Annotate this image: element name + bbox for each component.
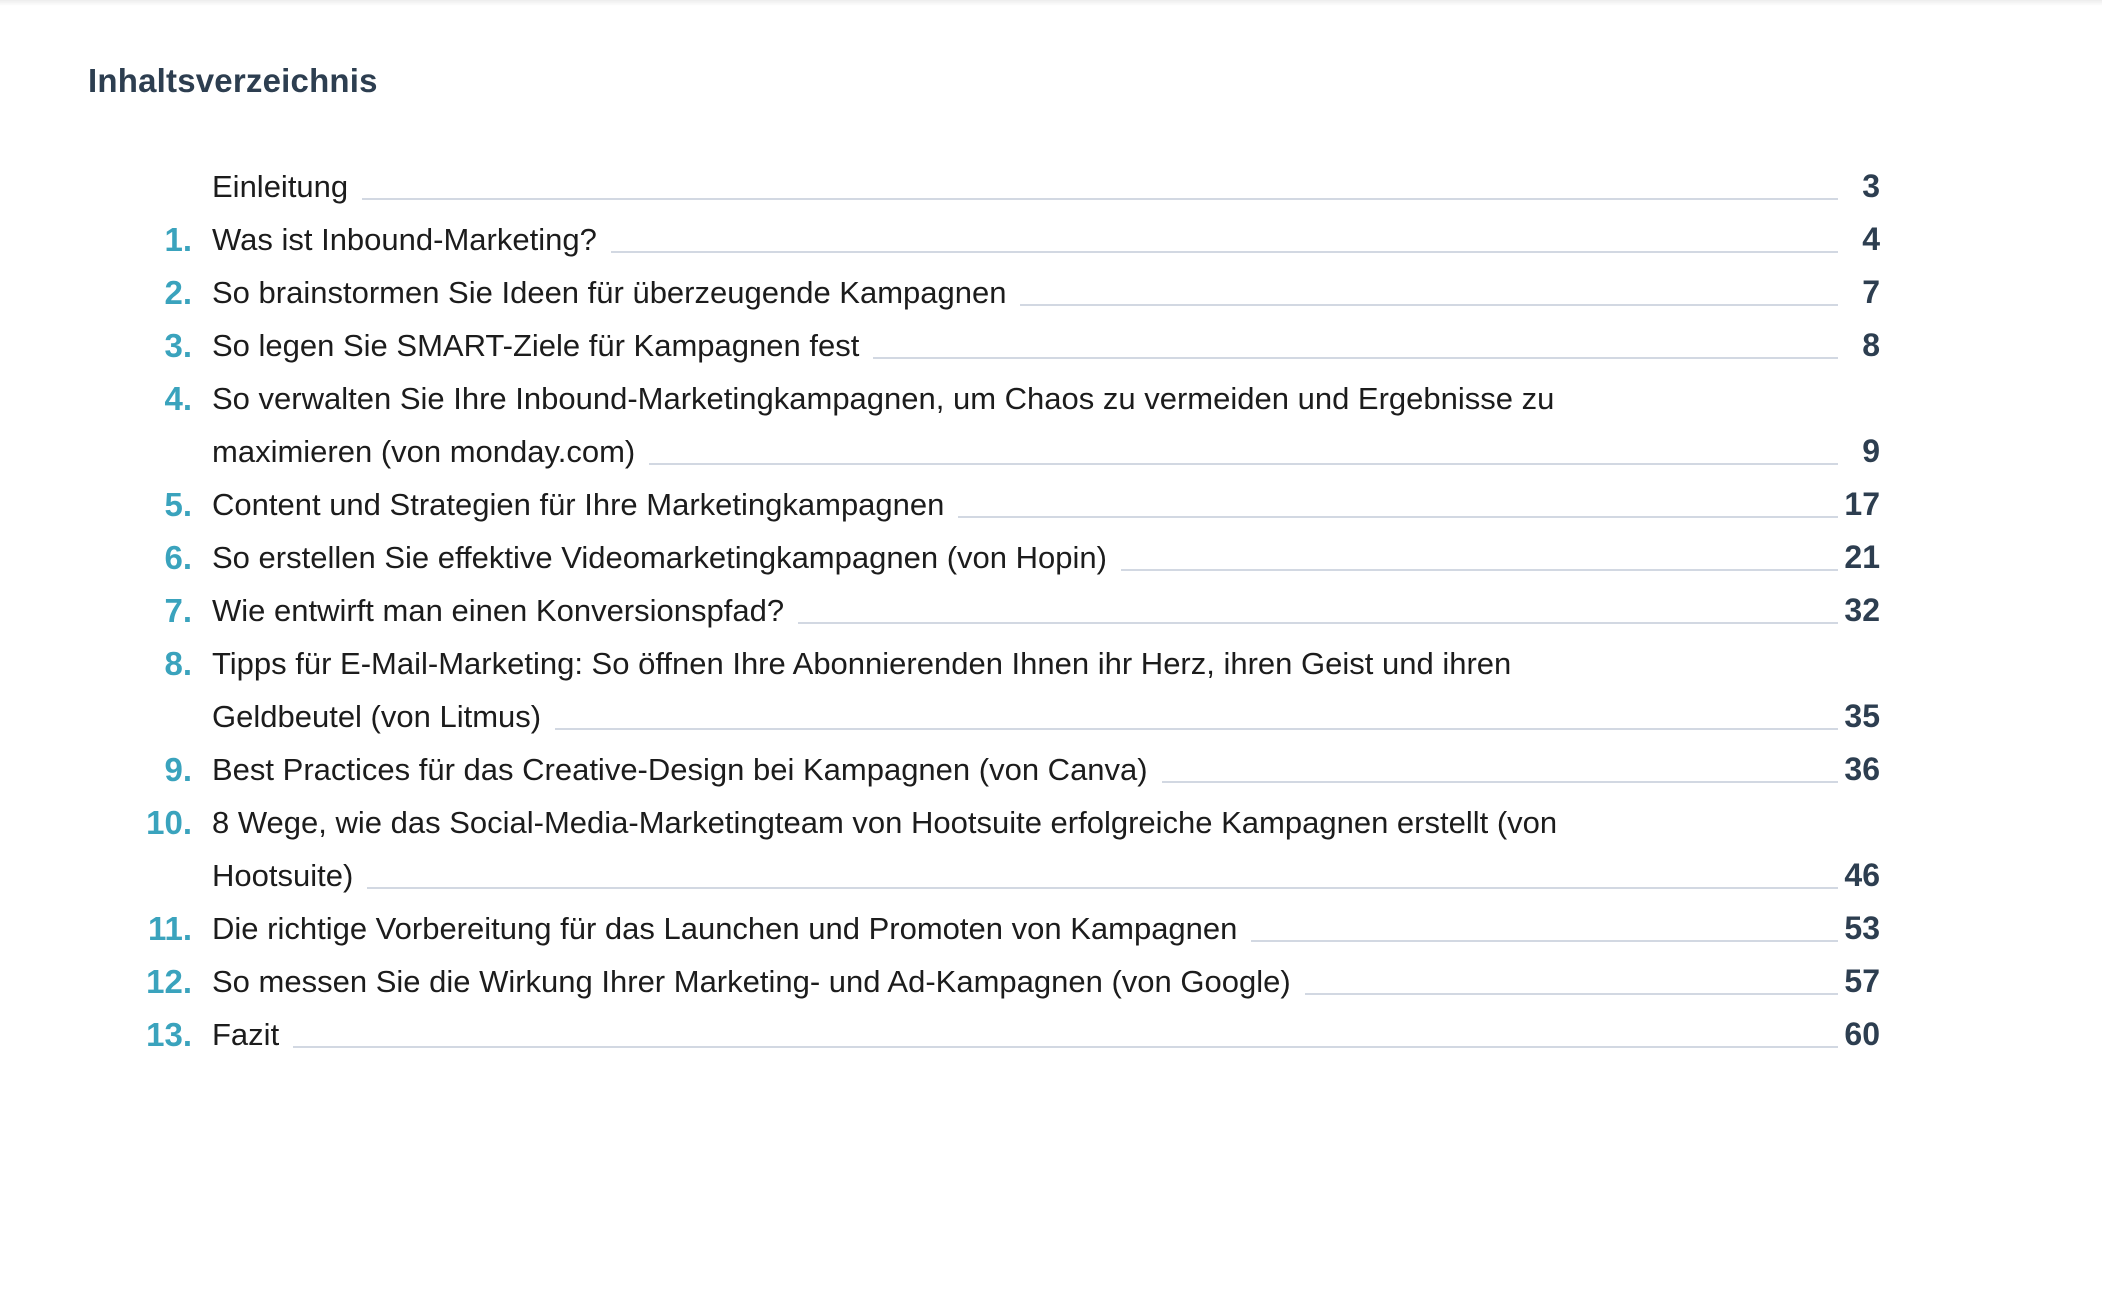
- toc-entry-title-row: Wie entwirft man einen Konversionspfad?: [212, 584, 1838, 637]
- toc-entry-number: 9.: [164, 751, 192, 788]
- toc-entry-title-row: Fazit: [212, 1008, 1838, 1061]
- leader-line: [367, 887, 1838, 889]
- page-title: Inhaltsverzeichnis: [88, 62, 378, 99]
- leader-line: [362, 198, 1838, 200]
- toc-entry-title-line: Die richtige Vorbereitung für das Launch…: [212, 911, 1238, 946]
- toc-entry-number: 7.: [164, 592, 192, 629]
- toc-entry[interactable]: Einleitung 3: [0, 160, 2102, 213]
- leader-line: [1304, 993, 1838, 995]
- toc-entry-title-line: maximieren (von monday.com): [212, 434, 636, 469]
- toc-entry-title-row: So messen Sie die Wirkung Ihrer Marketin…: [212, 955, 1838, 1008]
- page-top-shadow: [0, 0, 2102, 6]
- toc-entry-number: 4.: [164, 380, 192, 417]
- toc-entry-title-line: 8 Wege, wie das Social-Media-Marketingte…: [212, 805, 1558, 840]
- toc-entry[interactable]: 4. So verwalten Sie Ihre Inbound-Marketin…: [0, 372, 2102, 478]
- toc-entry-title-line: So legen Sie SMART-Ziele für Kampagnen f…: [212, 328, 860, 363]
- toc-entry-title-line: Fazit: [212, 1017, 280, 1052]
- toc-entry-title-row: Hootsuite): [212, 849, 1838, 902]
- toc-entry-title-row: So erstellen Sie effektive Videomarketin…: [212, 531, 1838, 584]
- toc-page-number: 46: [1844, 857, 1880, 893]
- leader-line: [798, 622, 1838, 624]
- toc-entry-title-line: Einleitung: [212, 169, 349, 204]
- leader-line: [1161, 781, 1838, 783]
- toc-page-number: 57: [1844, 963, 1880, 999]
- toc-entry-title-row: Content und Strategien für Ihre Marketin…: [212, 478, 1838, 531]
- toc-entry-title-line: So brainstormen Sie Ideen für überzeugen…: [212, 275, 1007, 310]
- leader-line: [958, 516, 1838, 518]
- toc-entry-number: 10.: [146, 804, 192, 841]
- leader-line: [1251, 940, 1838, 942]
- toc-page-number: 8: [1862, 327, 1880, 363]
- toc-entry[interactable]: 12. So messen Sie die Wirkung Ihrer Marke…: [0, 955, 2102, 1008]
- toc-entry-title-line: So messen Sie die Wirkung Ihrer Marketin…: [212, 964, 1291, 999]
- toc-page-number: 35: [1844, 698, 1880, 734]
- leader-line: [1020, 304, 1838, 306]
- toc-entry[interactable]: 5. Content und Strategien für Ihre Market…: [0, 478, 2102, 531]
- toc-entry-number: 11.: [147, 910, 192, 947]
- toc-page-number: 9: [1862, 433, 1880, 469]
- toc-entry[interactable]: 9. Best Practices für das Creative-Design…: [0, 743, 2102, 796]
- toc-entry-number: 6.: [164, 539, 192, 576]
- toc-page-number: 17: [1844, 486, 1880, 522]
- toc-entry[interactable]: 13. Fazit 60: [0, 1008, 2102, 1061]
- toc-entry-title-row: Best Practices für das Creative-Design b…: [212, 743, 1838, 796]
- leader-line: [873, 357, 1838, 359]
- toc-entry-title-line: Wie entwirft man einen Konversionspfad?: [212, 593, 785, 628]
- toc-entry-number: 1.: [164, 221, 192, 258]
- toc-entry-number: 5.: [164, 486, 192, 523]
- toc-entry-title-row: So brainstormen Sie Ideen für überzeugen…: [212, 266, 1838, 319]
- toc-entry-title-row: Geldbeutel (von Litmus): [212, 690, 1838, 743]
- toc-page-number: 3: [1862, 168, 1880, 204]
- leader-line: [649, 463, 1838, 465]
- leader-line: [1120, 569, 1838, 571]
- toc-page-number: 7: [1862, 274, 1880, 310]
- leader-line: [555, 728, 1838, 730]
- toc-entry-title-line: Geldbeutel (von Litmus): [212, 699, 542, 734]
- leader-line: [293, 1046, 1838, 1048]
- toc-entry[interactable]: 3. So legen Sie SMART-Ziele für Kampagnen…: [0, 319, 2102, 372]
- toc-entry[interactable]: 2. So brainstormen Sie Ideen für überzeug…: [0, 266, 2102, 319]
- toc-entry[interactable]: 6. So erstellen Sie effektive Videomarket…: [0, 531, 2102, 584]
- toc-entry-title-line: Hootsuite): [212, 858, 354, 893]
- toc-page-number: 53: [1844, 910, 1880, 946]
- toc-entry-title-line: So verwalten Sie Ihre Inbound-Marketingk…: [212, 381, 1555, 416]
- toc-page-number: 32: [1844, 592, 1880, 628]
- toc-entry-title-line: Content und Strategien für Ihre Marketin…: [212, 487, 945, 522]
- toc-entry-title-line: Best Practices für das Creative-Design b…: [212, 752, 1148, 787]
- toc-entry[interactable]: 1. Was ist Inbound-Marketing? 4: [0, 213, 2102, 266]
- toc-entry-number: 12.: [146, 963, 192, 1000]
- toc-entry-number: 13.: [146, 1016, 192, 1053]
- leader-line: [610, 251, 1838, 253]
- toc-page-number: 36: [1844, 751, 1880, 787]
- toc-entry[interactable]: 8. Tipps für E-Mail-Marketing: So öffnen …: [0, 637, 2102, 743]
- toc-entry-title-row: maximieren (von monday.com): [212, 425, 1838, 478]
- toc-entry-title-row: Die richtige Vorbereitung für das Launch…: [212, 902, 1838, 955]
- toc-entry-number: 3.: [164, 327, 192, 364]
- toc-entry-title-row: Was ist Inbound-Marketing?: [212, 213, 1838, 266]
- toc-entry-title-row: Einleitung: [212, 160, 1838, 213]
- toc-entry[interactable]: 10. 8 Wege, wie das Social-Media-Marketin…: [0, 796, 2102, 902]
- toc-page-number: 4: [1862, 221, 1880, 257]
- toc-entry-title-line: Tipps für E-Mail-Marketing: So öffnen Ih…: [212, 646, 1512, 681]
- toc-entry-number: 2.: [164, 274, 192, 311]
- toc-entry[interactable]: 7. Wie entwirft man einen Konversionspfad…: [0, 584, 2102, 637]
- toc-page-number: 60: [1844, 1016, 1880, 1052]
- toc-entry-number: 8.: [164, 645, 192, 682]
- toc-page-number: 21: [1844, 539, 1880, 575]
- toc-entry-title-line: Was ist Inbound-Marketing?: [212, 222, 597, 257]
- toc-entry-title-row: So legen Sie SMART-Ziele für Kampagnen f…: [212, 319, 1838, 372]
- toc-entry[interactable]: 11. Die richtige Vorbereitung für das Lau…: [0, 902, 2102, 955]
- toc-entry-title-line: So erstellen Sie effektive Videomarketin…: [212, 540, 1107, 575]
